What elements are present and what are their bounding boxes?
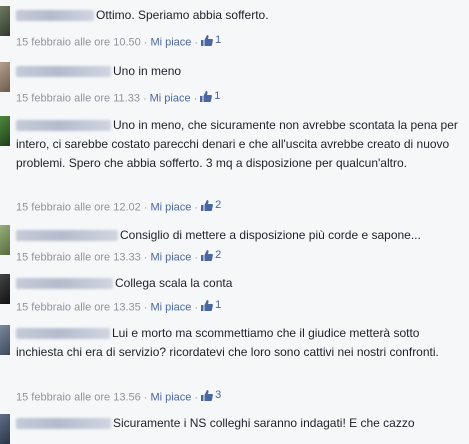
comment-text: Uno in meno (113, 64, 182, 78)
comment-meta: 15 febbraio alle ore 13.35 · Mi piace · 1 (16, 298, 222, 314)
comment-meta: 15 febbraio alle ore 13.56 · Mi piace · 3 (16, 388, 222, 404)
avatar[interactable] (0, 325, 10, 355)
thumbs-up-icon (201, 299, 213, 311)
timestamp[interactable]: 15 febbraio alle ore 12.02 (16, 202, 141, 214)
comment-meta: 15 febbraio alle ore 12.02 · Mi piace · 2 (16, 198, 222, 214)
comment-body: Sicuramente i NS colleghi saranno indaga… (16, 414, 466, 433)
author-name-blurred[interactable] (16, 418, 111, 429)
thumbs-up-icon (201, 199, 213, 211)
comment-body: Consiglio di mettere a disposizione più … (16, 226, 466, 245)
avatar[interactable] (0, 6, 10, 36)
like-count[interactable]: 3 (201, 388, 221, 402)
timestamp[interactable]: 15 febbraio alle ore 11.33 (16, 93, 140, 105)
thumbs-up-icon (200, 90, 213, 102)
avatar[interactable] (0, 414, 10, 444)
comment-meta: 15 febbraio alle ore 13.33 · Mi piace · 2 (16, 248, 222, 264)
thumbs-up-icon (201, 34, 213, 46)
thumbs-up-icon (201, 389, 213, 401)
like-link[interactable]: Mi piace (150, 93, 191, 105)
comment-body: Ottimo. Speriamo abbia sofferto. (16, 6, 466, 25)
comment-meta: 15 febbraio alle ore 10.50 · Mi piace · 1 (16, 33, 222, 49)
like-count[interactable]: 2 (201, 248, 221, 262)
avatar[interactable] (0, 62, 10, 92)
comment-body: Lui e morto ma scommettiamo che il giudi… (16, 324, 466, 362)
like-link[interactable]: Mi piace (150, 37, 191, 49)
author-name-blurred[interactable] (16, 120, 111, 131)
comment-text: Collega scala la conta (115, 276, 233, 290)
author-name-blurred[interactable] (16, 66, 111, 77)
author-name-blurred[interactable] (16, 10, 94, 21)
like-count[interactable]: 1 (200, 89, 220, 103)
author-name-blurred[interactable] (16, 230, 118, 241)
comment-text: Consiglio di mettere a disposizione più … (120, 228, 421, 242)
comment-body: Uno in meno, che sicuramente non avrebbe… (16, 116, 466, 173)
thumbs-up-icon (201, 249, 213, 261)
comment-text: Sicuramente i NS colleghi saranno indaga… (113, 416, 415, 430)
avatar[interactable] (0, 274, 10, 304)
timestamp[interactable]: 15 febbraio alle ore 13.33 (16, 252, 141, 264)
timestamp[interactable]: 15 febbraio alle ore 10.50 (16, 37, 141, 49)
comment-body: Uno in meno (16, 62, 466, 81)
like-link[interactable]: Mi piace (150, 202, 191, 214)
like-count[interactable]: 1 (201, 33, 221, 47)
like-count[interactable]: 2 (201, 198, 221, 212)
comment-text: Ottimo. Speriamo abbia sofferto. (96, 8, 269, 22)
timestamp[interactable]: 15 febbraio alle ore 13.35 (16, 302, 141, 314)
like-count[interactable]: 1 (201, 298, 221, 312)
like-link[interactable]: Mi piace (150, 302, 191, 314)
avatar[interactable] (0, 116, 10, 146)
comment-meta: 15 febbraio alle ore 11.33 · Mi piace · 1 (16, 89, 221, 105)
avatar[interactable] (0, 225, 10, 255)
comment-body: Collega scala la conta (16, 274, 466, 293)
author-name-blurred[interactable] (16, 328, 110, 339)
timestamp[interactable]: 15 febbraio alle ore 13.56 (16, 392, 141, 404)
like-link[interactable]: Mi piace (150, 392, 191, 404)
author-name-blurred[interactable] (16, 278, 113, 289)
like-link[interactable]: Mi piace (150, 252, 191, 264)
